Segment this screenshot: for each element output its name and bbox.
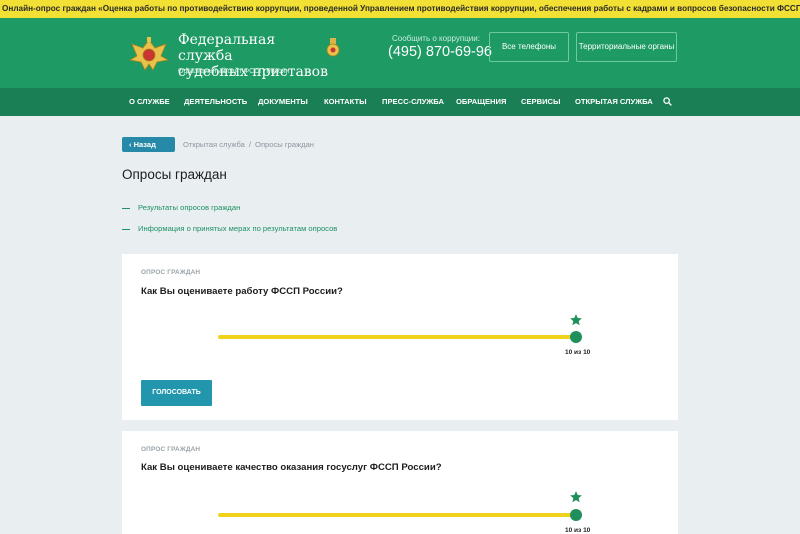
nav-item-appeals[interactable]: ОБРАЩЕНИЯ (456, 88, 506, 116)
nav-item-contacts[interactable]: КОНТАКТЫ (324, 88, 367, 116)
poll-eyebrow: ОПРОС ГРАЖДАН (141, 269, 201, 276)
nav-item-about[interactable]: О СЛУЖБЕ (129, 88, 170, 116)
page-title: Опросы граждан (122, 167, 227, 182)
vote-button[interactable]: ГОЛОСОВАТЬ (141, 380, 212, 406)
link-poll-results-label: Результаты опросов граждан (138, 203, 241, 212)
search-icon[interactable] (663, 97, 672, 106)
link-measures-info-label: Информация о принятых мерах по результат… (138, 224, 338, 233)
announcement-banner[interactable]: Онлайн-опрос граждан «Оценка работы по п… (0, 0, 800, 18)
regional-offices-button[interactable]: Территориальные органы (576, 32, 677, 62)
poll-card: ОПРОС ГРАЖДАН Как Вы оцениваете работу Ф… (122, 254, 678, 420)
poll-eyebrow: ОПРОС ГРАЖДАН (141, 446, 201, 453)
breadcrumb-separator: / (248, 140, 252, 149)
site-title-line1[interactable]: Федеральная служба (178, 32, 328, 64)
poll-question: Как Вы оцениваете качество оказания госу… (141, 462, 442, 473)
nav-item-press[interactable]: ПРЕСС-СЛУЖБА (382, 88, 444, 116)
hotline-phone[interactable]: (495) 870-69-96 (388, 44, 492, 60)
rating-slider-track[interactable] (218, 335, 576, 339)
all-phones-button[interactable]: Все телефоны (489, 32, 569, 62)
back-button[interactable]: ‹ Назад (122, 137, 175, 152)
star-icon (570, 314, 582, 326)
breadcrumb-item-current: Опросы граждан (255, 140, 315, 149)
back-label: Назад (133, 140, 156, 149)
breadcrumb: Открытая служба / Опросы граждан (183, 140, 314, 149)
rating-score-label: 10 из 10 (565, 527, 591, 534)
link-measures-info[interactable]: Информация о принятых мерах по результат… (122, 224, 337, 233)
site-header: Федеральная служба судебных приставов Оф… (0, 18, 800, 88)
nav-item-activity[interactable]: ДЕЯТЕЛЬНОСТЬ (184, 88, 247, 116)
poll-question: Как Вы оцениваете работу ФССП России? (141, 286, 343, 297)
announcement-text[interactable]: Онлайн-опрос граждан «Оценка работы по п… (0, 0, 800, 18)
nav-item-open-service[interactable]: ОТКРЫТАЯ СЛУЖБА (575, 88, 653, 116)
nav-item-services[interactable]: СЕРВИСЫ (521, 88, 560, 116)
dash-marker (122, 228, 130, 230)
dash-marker (122, 207, 130, 209)
site-subtitle: Официальный сайт ФССП России (178, 68, 290, 75)
rating-slider-track[interactable] (218, 513, 576, 517)
rating-slider-thumb[interactable] (570, 331, 582, 343)
breadcrumb-item-open-service[interactable]: Открытая служба (183, 140, 245, 149)
rating-score-label: 10 из 10 (565, 349, 591, 356)
report-corruption-label: Сообщить о коррупции: (392, 34, 480, 43)
link-poll-results[interactable]: Результаты опросов граждан (122, 203, 240, 212)
medal-icon (326, 38, 340, 57)
nav-item-documents[interactable]: ДОКУМЕНТЫ (258, 88, 308, 116)
main-nav: О СЛУЖБЕ ДЕЯТЕЛЬНОСТЬ ДОКУМЕНТЫ КОНТАКТЫ… (0, 88, 800, 116)
star-icon (570, 491, 582, 503)
rating-slider-thumb[interactable] (570, 509, 582, 521)
poll-card: ОПРОС ГРАЖДАН Как Вы оцениваете качество… (122, 431, 678, 534)
eagle-emblem-icon[interactable] (128, 34, 170, 76)
